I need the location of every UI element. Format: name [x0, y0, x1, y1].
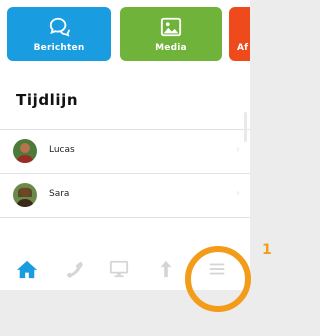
chevron-right-icon: ›	[236, 188, 240, 199]
berichten-label: Berichten	[33, 43, 85, 53]
avatar	[13, 183, 37, 207]
avatar-photo	[13, 183, 37, 207]
avatar-photo	[13, 139, 37, 163]
media-icon	[160, 17, 182, 37]
avatar	[13, 139, 37, 163]
screenshot-frame: Berichten Media Af Tijdlijn Lucas › Sara…	[0, 0, 273, 336]
list-item-sara[interactable]: Sara ›	[0, 174, 250, 217]
list-item-name: Sara	[49, 189, 70, 199]
chat-icon	[49, 17, 70, 37]
scrollbar[interactable]	[244, 112, 247, 142]
upload-icon[interactable]	[155, 259, 177, 279]
media-label: Media	[155, 43, 187, 53]
tile-row: Berichten Media Af	[0, 0, 250, 68]
third-tile-label: Af	[237, 43, 249, 53]
media-tile[interactable]: Media	[120, 7, 222, 61]
monitor-icon[interactable]	[108, 259, 130, 279]
highlight-circle	[185, 246, 251, 312]
page-title: Tijdlijn	[16, 91, 79, 109]
berichten-tile[interactable]: Berichten	[7, 7, 111, 61]
home-icon[interactable]	[16, 259, 38, 279]
list-item-lucas[interactable]: Lucas ›	[0, 130, 250, 173]
chevron-right-icon: ›	[236, 144, 240, 155]
list-item-name: Lucas	[49, 145, 75, 155]
phone-icon[interactable]	[64, 259, 86, 279]
third-tile[interactable]: Af	[229, 7, 250, 61]
divider	[0, 217, 250, 218]
step-number: 1	[262, 242, 272, 258]
